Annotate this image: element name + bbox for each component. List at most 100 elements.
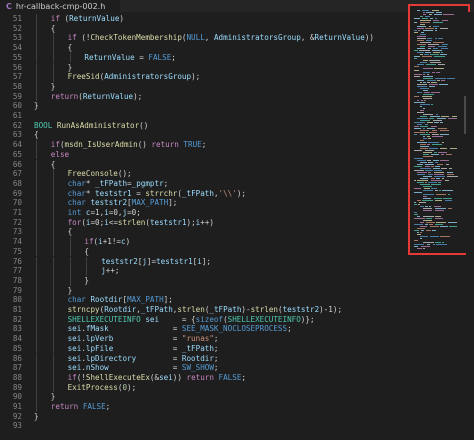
minimap-line: [414, 204, 417, 205]
tab-file[interactable]: C hr-callback-cmp-002.h: [0, 0, 120, 12]
code-line[interactable]: 70 char teststr2[MAX_PATH];: [0, 198, 405, 208]
code-line[interactable]: 86 sei.lpDirectory = Rootdir;: [0, 353, 405, 364]
code-line[interactable]: 74 if(i+1!=c): [0, 237, 405, 247]
code-line[interactable]: 56}: [0, 62, 405, 73]
indent-guide: [36, 23, 37, 34]
minimap-line: [434, 198, 442, 199]
code-line[interactable]: 54 {: [0, 43, 405, 53]
code-line[interactable]: 60}: [0, 101, 405, 111]
minimap-line: [417, 142, 427, 143]
code-area[interactable]: 51 if (ReturnValue) 52{53 if (!CheckTokenMe…: [0, 12, 405, 440]
indent-guide: [52, 275, 54, 286]
code-token: );: [236, 188, 246, 198]
minimap-line: [435, 28, 437, 29]
minimap-line: [441, 154, 444, 155]
code-line[interactable]: 66 {: [0, 159, 405, 170]
code-line[interactable]: 63 {: [0, 130, 405, 140]
minimap-line: [414, 218, 425, 219]
code-line[interactable]: 62 BOOL RunAsAdministrator(): [0, 121, 405, 131]
code-line[interactable]: 89 ExitProcess(0);: [0, 382, 405, 393]
minimap-line: [414, 56, 420, 57]
code-line[interactable]: 90}: [0, 392, 405, 402]
minimap-line: [447, 172, 453, 173]
code-line[interactable]: 76 teststr2[j]=teststr1[i];: [0, 256, 405, 267]
minimap-line: [429, 224, 433, 225]
minimap-line: [440, 54, 447, 55]
code-line[interactable]: 85 sei.lpFile = _tFPath;: [0, 343, 405, 354]
line-number: 91: [12, 402, 22, 411]
minimap-line: [417, 164, 423, 165]
code-token: teststr1: [95, 188, 132, 198]
code-line[interactable]: 82 SHELLEXECUTEINFO sei = {sizeof(SHELLEX…: [0, 314, 405, 325]
code-line[interactable]: 81 strncpy(Rootdir,_tFPath,strlen(_tFPath…: [0, 305, 405, 315]
minimap-line: [423, 138, 427, 139]
code-token: SHELLEXECUTEINFO: [227, 314, 301, 324]
indent-guide: [52, 246, 54, 257]
minimap-line: [417, 182, 424, 183]
code-line[interactable]: 65 else: [0, 149, 405, 160]
code-line[interactable]: 55 ReturnValue = FALSE;: [0, 52, 405, 63]
minimap-line: [423, 72, 430, 73]
line-number: 73: [12, 227, 22, 237]
minimap-line: [419, 202, 426, 203]
minimap-line: [423, 136, 425, 137]
minimap-line: [418, 30, 420, 31]
code-line[interactable]: 61: [0, 111, 405, 121]
code-token: FALSE: [82, 402, 106, 411]
code-line[interactable]: 68 char* _tFPath=_pgmptr;: [0, 178, 405, 189]
code-line[interactable]: 67 FreeConsole();: [0, 169, 405, 179]
code-line[interactable]: 51 if (ReturnValue): [0, 14, 405, 24]
code-line[interactable]: 83 sei.fMask = SEE_MASK_NOCLOSEPROCESS;: [0, 324, 405, 335]
vertical-scrollbar[interactable]: [466, 12, 474, 440]
code-line[interactable]: 73 {: [0, 227, 405, 238]
indent-guide: [69, 246, 71, 257]
code-line[interactable]: 72 for(i=0;i<=strlen(teststr1);i++): [0, 217, 405, 228]
code-line[interactable]: 88 if(!ShellExecuteEx(&sei)) return FALSE…: [0, 372, 405, 383]
minimap-line: [417, 36, 426, 37]
code-line[interactable]: 58}: [0, 81, 405, 92]
code-line[interactable]: 59 return(ReturnValue);: [0, 91, 405, 102]
minimap-line: [425, 224, 428, 225]
indent-guide: [36, 382, 37, 393]
code-line[interactable]: 71 int c=1,i=0,j=0;: [0, 208, 405, 218]
line-number: 82: [12, 314, 22, 324]
code-editor[interactable]: C hr-callback-cmp-002.h 51 if (ReturnValu…: [0, 0, 474, 440]
code-text: teststr2[j]=teststr1[i];: [101, 257, 211, 267]
code-line[interactable]: 78}: [0, 275, 405, 286]
minimap-line: [431, 178, 435, 179]
minimap-line: [417, 228, 425, 229]
code-line[interactable]: 69 char* teststr1 = strrchr(_tFPath,'\\')…: [0, 188, 405, 199]
code-line[interactable]: 57 FreeSid(AdministratorsGroup);: [0, 72, 405, 82]
minimap-line: [448, 208, 452, 209]
code-line[interactable]: 64 if(msdn_IsUserAdmin() return TRUE;: [0, 140, 405, 150]
minimap-line: [431, 166, 434, 167]
code-line[interactable]: 80 char Rootdir[MAX_PATH];: [0, 295, 405, 305]
code-line[interactable]: 93: [0, 421, 405, 431]
code-line[interactable]: 79}: [0, 285, 405, 296]
minimap-line: [429, 206, 431, 207]
minimap-line: [436, 114, 438, 115]
code-line[interactable]: 84 sei.lpVerb = "runas";: [0, 334, 405, 344]
code-token: {: [67, 227, 73, 237]
code-token: =: [134, 52, 149, 62]
code-line[interactable]: 91 return FALSE;: [0, 402, 405, 412]
minimap-line: [420, 34, 426, 35]
indent-guide: [36, 237, 37, 247]
minimap-line: [414, 246, 418, 247]
code-line[interactable]: 92}: [0, 412, 405, 422]
minimap-line: [426, 230, 431, 231]
minimap-line: [428, 44, 439, 45]
code-token: =1,: [90, 208, 105, 217]
minimap-line: [423, 12, 425, 13]
code-text: {: [84, 247, 89, 257]
code-line[interactable]: 87 sei.nShow = SW_SHOW;: [0, 363, 405, 373]
code-line[interactable]: 52 {: [0, 23, 405, 34]
indent-guide: [36, 372, 37, 383]
minimap-line: [417, 180, 428, 181]
code-line[interactable]: 53 if (!CheckTokenMembership(NULL, Admini…: [0, 33, 405, 44]
code-line[interactable]: 77 j++;: [0, 266, 405, 276]
minimap-line: [417, 200, 421, 201]
line-number: 67: [12, 169, 22, 179]
minimap[interactable]: [408, 4, 470, 255]
code-line[interactable]: 75 {: [0, 246, 405, 257]
